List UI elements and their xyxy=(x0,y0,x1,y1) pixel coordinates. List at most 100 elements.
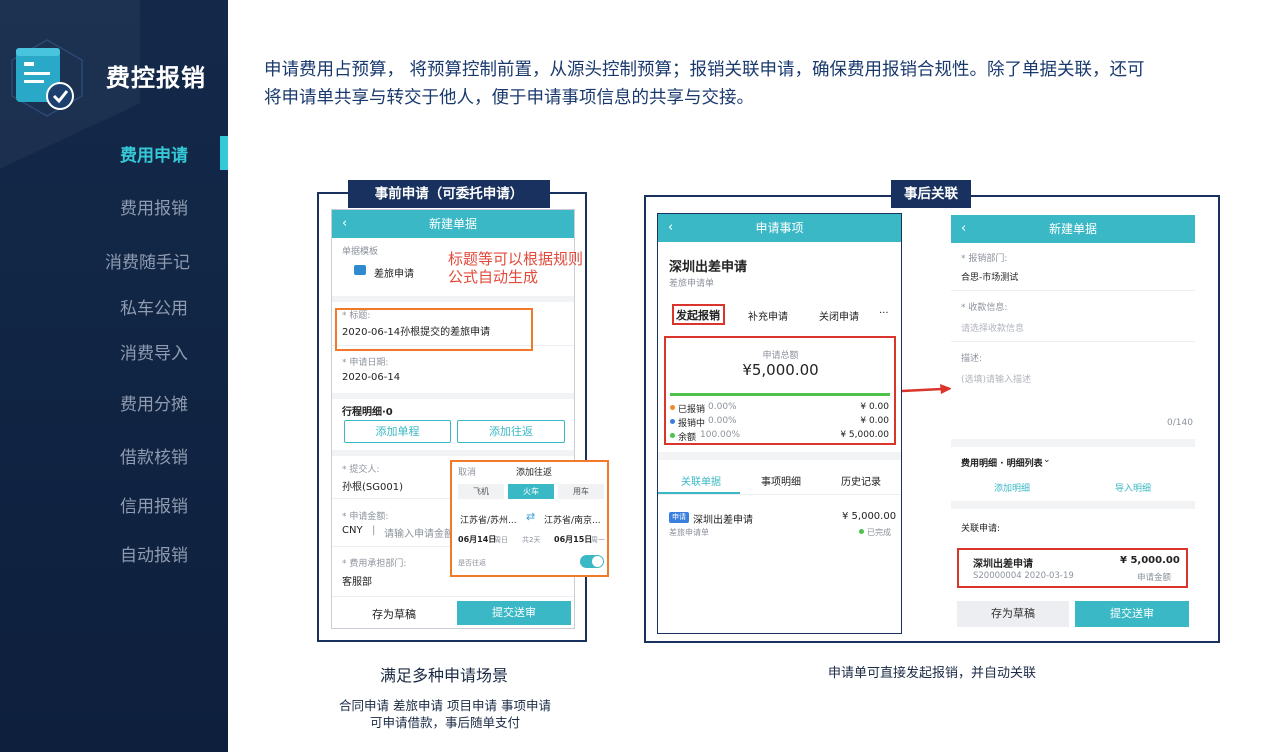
title-highlight-box xyxy=(335,308,533,351)
receipt-check-icon xyxy=(11,39,83,117)
brand-title: 费控报销 xyxy=(106,64,206,92)
payee-label: * 收款信息: xyxy=(961,303,1008,313)
payee-input[interactable]: 请选择收款信息 xyxy=(961,321,1024,334)
submitter-value[interactable]: 孙根(SG001) xyxy=(342,478,403,493)
desc-input[interactable]: (选填)请输入描述 xyxy=(961,372,1031,385)
right-panel-tag: 事后关联 xyxy=(891,180,971,208)
from-city[interactable]: 江苏省/苏州... xyxy=(460,513,517,526)
section-gap xyxy=(332,393,574,399)
section-gap xyxy=(332,450,574,456)
duration: 共2天 xyxy=(522,536,541,544)
nav-item-private-car[interactable]: 私车公用 xyxy=(120,294,188,319)
left-panel-tag: 事前申请（可委托申请） xyxy=(348,180,550,208)
item-status: 已完成 xyxy=(867,528,891,537)
nav-item-credit-reimbursement[interactable]: 信用报销 xyxy=(120,492,188,517)
phone-header-title: 新建单据 xyxy=(1048,222,1097,236)
section-gap xyxy=(658,452,901,460)
dept-label: * 报销部门: xyxy=(961,254,1008,264)
item-amount: ¥ 5,000.00 xyxy=(842,511,897,522)
amount-label: * 申请金额: xyxy=(342,512,389,522)
nav-item-consumption-notes[interactable]: 消费随手记 xyxy=(105,248,190,273)
desc-counter: 0/140 xyxy=(1167,418,1193,428)
nav-item-cost-allocation[interactable]: 费用分摊 xyxy=(120,390,188,415)
linked-request-highlight xyxy=(957,548,1188,588)
back-icon[interactable]: ‹ xyxy=(961,215,966,243)
tab-item-details[interactable]: 事项明细 xyxy=(761,473,801,488)
right-caption: 申请单可直接发起报销，并自动关联 xyxy=(827,666,1036,681)
mode-plane[interactable]: 飞机 xyxy=(458,484,504,499)
start-reimbursement-highlight xyxy=(672,304,725,325)
active-indicator xyxy=(220,136,228,170)
submitter-label: * 提交人: xyxy=(342,465,380,475)
submit-button[interactable]: 提交送审 xyxy=(457,601,571,625)
trip-label: 行程明细·0 xyxy=(342,407,393,418)
annotation-line-2: 公式自动生成 xyxy=(448,268,539,286)
annotation-line-1: 标题等可以根据规则 xyxy=(448,250,584,268)
add-single-trip-button[interactable]: 添加单程 xyxy=(344,420,451,443)
pipe-separator: | xyxy=(372,525,376,536)
item-title[interactable]: 深圳出差申请 xyxy=(693,511,753,526)
phone-header: ‹ 新建单据 xyxy=(332,210,574,238)
submit-button[interactable]: 提交送审 xyxy=(1075,601,1189,627)
tab-linked-docs[interactable]: 关联单据 xyxy=(681,473,721,488)
popup-cancel[interactable]: 取消 xyxy=(458,465,476,478)
save-draft-button[interactable]: 存为草稿 xyxy=(372,606,416,622)
mode-train[interactable]: 火车 xyxy=(508,484,554,499)
tab-history[interactable]: 历史记录 xyxy=(841,473,881,488)
round-trip-label: 是否往返 xyxy=(458,559,486,567)
request-subtitle: 差旅申请单 xyxy=(669,279,715,289)
nav-item-consumption-import[interactable]: 消费导入 xyxy=(120,339,188,364)
mode-car[interactable]: 用车 xyxy=(558,484,604,499)
return-date[interactable]: 06月15日 xyxy=(554,534,592,545)
phone-header-title: 新建单据 xyxy=(428,217,477,231)
nav-item-expense-reimbursement[interactable]: 费用报销 xyxy=(120,194,188,219)
chevron-down-icon[interactable]: ⌄ xyxy=(1043,455,1051,465)
item-sub: 差旅申请单 xyxy=(669,528,709,537)
depart-date[interactable]: 06月14日 xyxy=(458,534,496,545)
description-text: 申请费用占预算， 将预算控制前置，从源头控制预算；报销关联申请，确保费用报销合规… xyxy=(264,60,1145,108)
linked-label: 关联申请: xyxy=(961,524,1001,534)
divider xyxy=(951,341,1195,342)
template-value[interactable]: 差旅申请 xyxy=(374,265,414,280)
detail-list-label[interactable]: 费用明细 · 明细列表 xyxy=(961,456,1043,469)
nav-item-expense-request[interactable]: 费用申请 xyxy=(120,141,188,166)
depart-week: 周日 xyxy=(494,536,508,544)
left-sub-caption-2: 可申请借款，事后随单支付 xyxy=(369,715,520,730)
import-detail-button[interactable]: 导入明细 xyxy=(1115,481,1151,494)
amount-summary-highlight xyxy=(664,336,896,445)
add-detail-button[interactable]: 添加明细 xyxy=(994,481,1030,494)
add-return-trip-button[interactable]: 添加往返 xyxy=(457,420,565,443)
phone-header: ‹ 申请事项 xyxy=(658,214,901,242)
swap-icon[interactable]: ⇄ xyxy=(526,510,535,523)
more-icon[interactable]: ··· xyxy=(879,308,889,319)
date-label: * 申请日期: xyxy=(342,358,389,368)
back-icon[interactable]: ‹ xyxy=(668,214,673,242)
dept-value[interactable]: 客服部 xyxy=(342,573,372,588)
nav-item-auto-reimbursement[interactable]: 自动报销 xyxy=(120,541,188,566)
return-week: 周一 xyxy=(591,536,605,544)
dept-label: * 费用承担部门: xyxy=(342,559,407,569)
to-city[interactable]: 江苏省/南京... xyxy=(544,513,601,526)
currency[interactable]: CNY xyxy=(342,525,363,536)
request-title: 深圳出差申请 xyxy=(669,260,748,275)
briefcase-icon xyxy=(354,265,366,275)
date-value[interactable]: 2020-06-14 xyxy=(342,372,400,383)
left-caption: 满足多种申请场景 xyxy=(379,666,508,685)
section-gap xyxy=(951,439,1195,447)
section-gap xyxy=(951,501,1195,509)
nav-item-loan-writeoff[interactable]: 借款核销 xyxy=(120,443,188,468)
save-draft-button[interactable]: 存为草稿 xyxy=(957,601,1069,627)
supplement-request-button[interactable]: 补充申请 xyxy=(748,308,788,323)
phone-header: ‹ 新建单据 xyxy=(951,215,1195,243)
add-return-popup: 取消 添加往返 飞机 火车 用车 江苏省/苏州... ⇄ 江苏省/南京... 0… xyxy=(450,460,609,577)
item-badge: 申请 xyxy=(669,512,689,523)
amount-input[interactable]: 请输入申请金额 xyxy=(384,525,454,540)
divider xyxy=(951,290,1195,291)
template-label: 单据模板 xyxy=(342,247,379,257)
close-request-button[interactable]: 关闭申请 xyxy=(819,308,859,323)
dept-value[interactable]: 合思-市场测试 xyxy=(961,270,1018,283)
back-icon[interactable]: ‹ xyxy=(342,210,347,238)
phone-header-title: 申请事项 xyxy=(755,221,804,235)
round-trip-toggle[interactable] xyxy=(580,555,604,568)
slide: 费控报销 费用申请 费用报销 消费随手记 私车公用 消费导入 费用分摊 借款核销… xyxy=(0,0,1270,752)
